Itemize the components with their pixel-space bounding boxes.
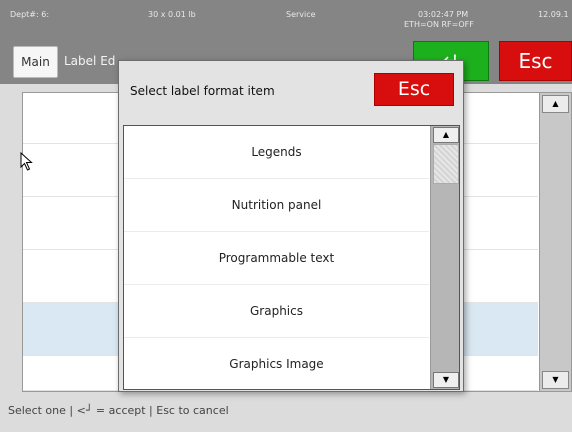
clock-date: 12.09.1 [538, 10, 569, 19]
dialog-item-list: Legends Nutrition panel Programmable tex… [123, 125, 460, 390]
scroll-down-arrow-icon[interactable]: ▼ [433, 372, 459, 388]
footer-hint: Select one | <┘ = accept | Esc to cancel [8, 404, 229, 417]
dialog-title: Select label format item [130, 84, 275, 98]
tab-label-editor[interactable]: Label Ed [64, 46, 115, 76]
dept-label: Dept#: 6: [10, 10, 50, 19]
tab-main[interactable]: Main [13, 46, 58, 78]
status-bar: Dept#: 6: 30 x 0.01 lb Service 03:02:47 … [0, 0, 572, 38]
dialog-esc-button[interactable]: Esc [374, 73, 454, 106]
mouse-pointer-icon [20, 152, 33, 171]
background-scrollbar[interactable]: ▲ ▼ [539, 93, 571, 391]
scroll-down-arrow-icon[interactable]: ▼ [542, 371, 569, 389]
list-item-legends[interactable]: Legends [124, 126, 429, 179]
dialog-scrollbar[interactable]: ▲ ▼ [430, 126, 459, 389]
network-status: ETH=ON RF=OFF [404, 20, 474, 29]
list-item-nutrition-panel[interactable]: Nutrition panel [124, 179, 429, 232]
clock-time: 03:02:47 PM [418, 10, 469, 19]
esc-button[interactable]: Esc [499, 41, 572, 81]
scale-capacity: 30 x 0.01 lb [148, 10, 196, 19]
list-item-programmable-text[interactable]: Programmable text [124, 232, 429, 285]
scroll-thumb[interactable] [433, 144, 459, 184]
scroll-up-arrow-icon[interactable]: ▲ [433, 127, 459, 143]
list-item-graphics[interactable]: Graphics [124, 285, 429, 338]
mode-label: Service [286, 10, 316, 19]
list-item-graphics-image[interactable]: Graphics Image [124, 338, 429, 389]
scroll-up-arrow-icon[interactable]: ▲ [542, 95, 569, 113]
select-item-dialog: Select label format item Esc Legends Nut… [118, 60, 464, 392]
